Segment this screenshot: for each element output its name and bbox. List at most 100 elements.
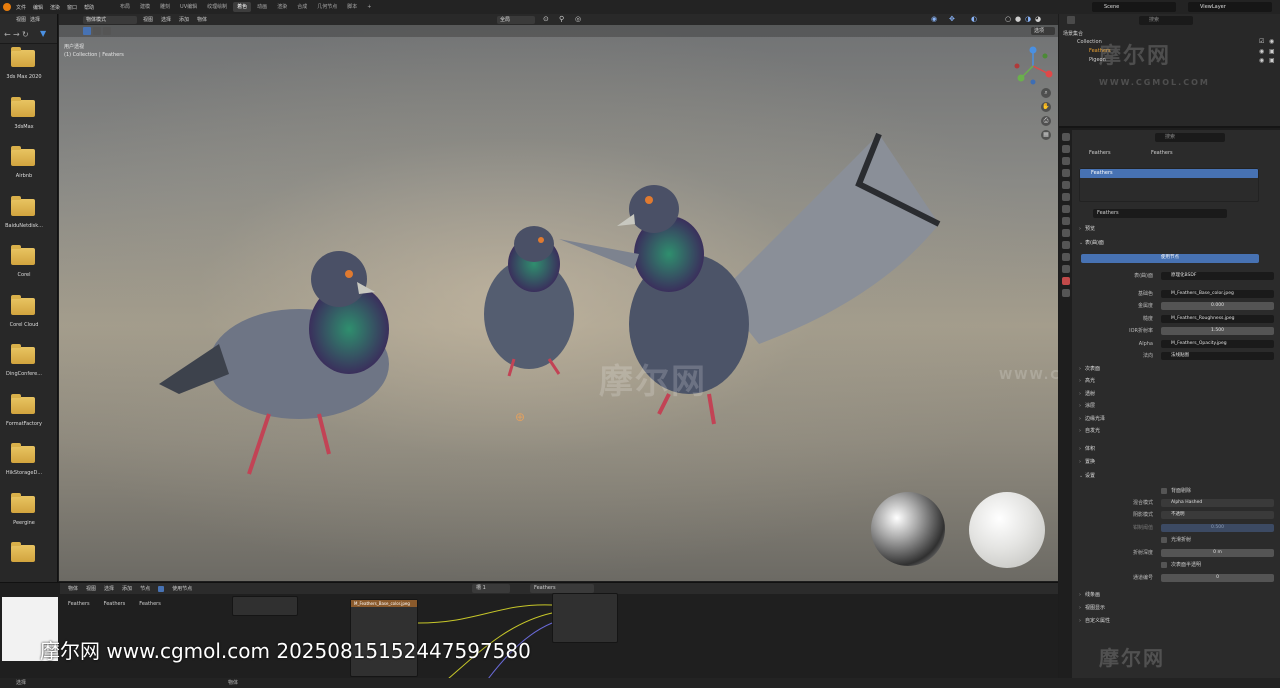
tab-sculpting[interactable]: 雕刻 [156,2,174,12]
properties-search-input[interactable]: 搜索 [1155,133,1225,142]
shading-rendered-icon[interactable]: ◕ [1035,15,1041,23]
tab-modeling[interactable]: 建模 [136,2,154,12]
alpha-field[interactable]: M_Feathers_Opacity.jpeg [1161,340,1274,348]
select-box-icon[interactable] [83,27,91,35]
grid-icon[interactable]: ▦ [1041,130,1051,140]
shader-menu-node[interactable]: 节点 [140,585,150,592]
base-color-field[interactable]: M_Feathers_Base_color.jpeg [1161,290,1274,298]
section-volume[interactable]: 体积 [1073,444,1279,454]
tab-geometry-nodes[interactable]: 几何节点 [313,2,341,12]
eye-icon[interactable]: ◉ [1259,57,1264,64]
backface-culling-checkbox[interactable] [1161,488,1167,494]
viewport-menu-object[interactable]: 物体 [197,16,207,23]
ior-field[interactable]: 1.500 [1161,327,1274,335]
shader-menu-view[interactable]: 视图 [86,585,96,592]
subsurface-translucency-checkbox[interactable] [1161,562,1167,568]
shading-material-icon[interactable]: ◑ [1025,15,1031,23]
shader-editor-panel[interactable]: 物体 视图 选择 添加 节点 使用节点 槽 1 Feathers Feather… [0,582,1058,679]
clip-threshold-field[interactable]: 0.500 [1161,524,1274,532]
tab-scripting[interactable]: 脚本 [343,2,361,12]
outliner-search-input[interactable]: 搜索 [1139,16,1193,25]
add-workspace-button[interactable]: + [363,2,375,12]
section-subsurface[interactable]: 次表面 [1073,364,1279,374]
material-datablock-field[interactable]: Feathers [1093,209,1227,218]
tool-tab-icon[interactable] [1061,133,1070,141]
surface-shader-field[interactable]: 原理化BSDF [1161,272,1274,280]
folder-item[interactable]: DingConfere... [0,341,57,391]
breadcrumb-mesh[interactable]: Feathers [104,601,126,607]
section-settings[interactable]: 设置 [1073,471,1279,481]
shader-menu-object[interactable]: 物体 [68,585,78,592]
visibility-icon[interactable]: ◉ [931,15,937,23]
snap-icon[interactable]: ⚲ [559,15,564,23]
object-mode-dropdown[interactable]: 物体模式 [83,15,137,24]
select-mode-icon[interactable] [93,27,101,35]
section-transmission[interactable]: 透射 [1073,389,1279,399]
zoom-icon[interactable]: ⌕ [1041,88,1051,98]
section-emission[interactable]: 自发光 [1073,426,1279,436]
tab-shading[interactable]: 着色 [233,2,252,12]
shader-menu-add[interactable]: 添加 [122,585,132,592]
file-browser-select-menu[interactable]: 选择 [30,16,40,23]
eye-icon[interactable]: ◉ [1259,48,1264,55]
blend-mode-dropdown[interactable]: Alpha Hashed [1161,499,1274,507]
section-displacement[interactable]: 置换 [1073,457,1279,467]
shadow-mode-dropdown[interactable]: 不透明 [1161,511,1274,519]
overlay-icon[interactable]: ◐ [971,15,977,23]
gizmo-toggle-icon[interactable]: ✥ [949,15,955,23]
breadcrumb-material-name[interactable]: Feathers [1151,148,1173,158]
blender-logo-icon[interactable] [3,3,11,11]
physics-tab-icon[interactable] [1061,241,1070,249]
refresh-icon[interactable]: ↻ [22,30,29,39]
camera-icon[interactable]: ⎙ [1041,116,1051,126]
section-preview[interactable]: 预览 [1073,224,1279,234]
menu-render[interactable]: 渲染 [50,4,60,11]
back-arrow-icon[interactable]: ← [4,30,11,39]
viewport-options-button[interactable]: 选项 [1031,27,1055,35]
checkbox-icon[interactable]: ☑ [1259,38,1264,45]
section-viewport-display[interactable]: 视图显示 [1073,603,1279,613]
breadcrumb-object-name[interactable]: Feathers [1089,148,1111,158]
menu-window[interactable]: 窗口 [67,4,77,11]
pan-hand-icon[interactable]: ✋ [1041,102,1051,112]
forward-arrow-icon[interactable]: → [13,30,20,39]
folder-item[interactable]: BaiduNetdisk... [0,193,57,243]
view-layer-selector[interactable]: ViewLayer [1188,2,1272,12]
folder-item[interactable]: HikStorageD... [0,440,57,490]
section-sheen[interactable]: 边缘光泽 [1073,414,1279,424]
section-surface[interactable]: 表(曲)面 [1073,238,1279,248]
tab-rendering[interactable]: 渲染 [273,2,291,12]
folder-item[interactable]: 3ds Max 2020 [0,44,57,94]
scene-selector[interactable]: Scene [1092,2,1176,12]
folder-item[interactable]: 3dsMax [0,94,57,144]
mapping-node[interactable] [232,596,298,616]
viewport-menu-view[interactable]: 视图 [143,16,153,23]
section-line-art[interactable]: 线条画 [1073,590,1279,600]
eye-icon[interactable]: ◉ [1269,38,1274,45]
scene-tab-icon[interactable] [1061,181,1070,189]
shading-wireframe-icon[interactable]: ○ [1005,15,1011,23]
viewport-menu-add[interactable]: 添加 [179,16,189,23]
menu-file[interactable]: 文件 [16,4,26,11]
tab-animation[interactable]: 动画 [253,2,271,12]
view-layer-tab-icon[interactable] [1061,169,1070,177]
camera-render-icon[interactable]: ▣ [1269,57,1275,64]
particles-tab-icon[interactable] [1061,229,1070,237]
section-custom-properties[interactable]: 自定义属性 [1073,616,1279,626]
shading-solid-icon[interactable]: ● [1015,15,1021,23]
tab-layout[interactable]: 布局 [116,2,134,12]
folder-item[interactable]: Corel Cloud [0,292,57,342]
breadcrumb-material[interactable]: Feathers [139,601,161,607]
select-mode-icon[interactable] [103,27,111,35]
metallic-field[interactable]: 0.000 [1161,302,1274,310]
material-slot-dropdown[interactable]: 槽 1 [472,584,510,593]
folder-item[interactable]: FormatFactory [0,391,57,441]
navigation-gizmo[interactable] [1011,44,1055,88]
tab-uv-editing[interactable]: UV编辑 [176,2,201,12]
roughness-field[interactable]: M_Feathers_Roughness.jpeg [1161,315,1274,323]
breadcrumb-object[interactable]: Feathers [68,601,90,607]
section-specular[interactable]: 高光 [1073,376,1279,386]
editor-type-icon[interactable] [1067,16,1075,24]
output-tab-icon[interactable] [1061,157,1070,165]
camera-render-icon[interactable]: ▣ [1269,48,1275,55]
